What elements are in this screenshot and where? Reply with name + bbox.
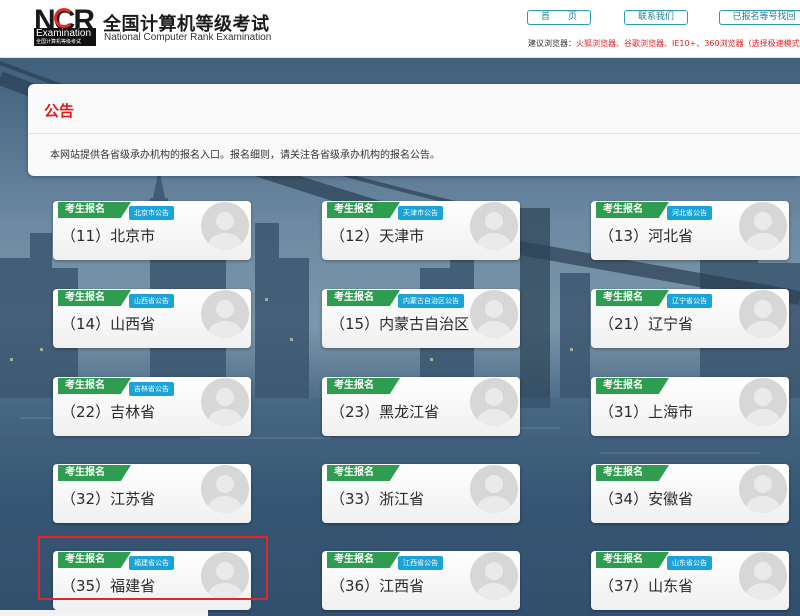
province-card-jiangxi[interactable]: 考生报名 江西省公告 （36）江西省	[322, 551, 520, 610]
contact-button[interactable]: 联系我们	[624, 10, 688, 25]
register-tag[interactable]: 考生报名	[327, 202, 400, 218]
avatar-icon	[739, 465, 787, 513]
bottom-strip	[0, 610, 208, 616]
register-tag[interactable]: 考生报名	[596, 378, 669, 394]
browser-recommendation: 建议浏览器：火狐浏览器、谷歌浏览器、IE10+、360浏览器（选择极速模式）	[528, 38, 800, 49]
avatar-icon	[201, 378, 249, 426]
province-name: （21）辽宁省	[599, 315, 694, 333]
register-tag[interactable]: 考生报名	[58, 465, 131, 481]
province-name: （33）浙江省	[330, 490, 425, 508]
announcement-badge[interactable]: 辽宁省公告	[667, 294, 712, 308]
province-name: （37）山东省	[599, 577, 694, 595]
register-tag[interactable]: 考生报名	[327, 290, 400, 306]
announcement-badge[interactable]: 江西省公告	[398, 556, 443, 570]
province-card-hebei[interactable]: 考生报名 河北省公告 （13）河北省	[591, 201, 789, 260]
register-tag[interactable]: 考生报名	[596, 465, 669, 481]
province-card-tianjin[interactable]: 考生报名 天津市公告 （12）天津市	[322, 201, 520, 260]
browser-tip-label: 建议浏览器：	[528, 39, 576, 48]
registration-lookup-button[interactable]: 已报名等号找回	[719, 10, 800, 25]
logo-small-text: 全国计算机等级考试	[36, 39, 82, 45]
announcement-badge[interactable]: 山东省公告	[667, 556, 712, 570]
province-name: （13）河北省	[599, 227, 694, 245]
province-card-neimenggu[interactable]: 考生报名 内蒙古自治区公告 （15）内蒙古自治区	[322, 289, 520, 348]
province-name: （23）黑龙江省	[330, 403, 440, 421]
province-card-beijing[interactable]: 考生报名 北京市公告 （11）北京市	[53, 201, 251, 260]
announcement-badge[interactable]: 河北省公告	[667, 206, 712, 220]
ncre-logo[interactable]: NCR Examination 全国计算机等级考试	[34, 6, 98, 46]
avatar-icon	[201, 465, 249, 513]
register-tag[interactable]: 考生报名	[58, 378, 131, 394]
site-subtitle: National Computer Rank Examination	[104, 32, 272, 43]
province-name: （11）北京市	[61, 227, 156, 245]
register-tag[interactable]: 考生报名	[327, 552, 400, 568]
province-card-liaoning[interactable]: 考生报名 辽宁省公告 （21）辽宁省	[591, 289, 789, 348]
avatar-icon	[739, 378, 787, 426]
announcement-badge[interactable]: 山西省公告	[129, 294, 174, 308]
province-name: （14）山西省	[61, 315, 156, 333]
logo-word: Examination	[36, 28, 92, 39]
province-name: （12）天津市	[330, 227, 425, 245]
selection-highlight-box	[38, 536, 268, 600]
province-name: （36）江西省	[330, 577, 425, 595]
avatar-icon	[739, 290, 787, 338]
announcement-badge[interactable]: 吉林省公告	[129, 382, 174, 396]
register-tag[interactable]: 考生报名	[327, 465, 400, 481]
avatar-icon	[201, 290, 249, 338]
register-tag[interactable]: 考生报名	[596, 290, 669, 306]
avatar-icon	[739, 552, 787, 600]
avatar-icon	[470, 378, 518, 426]
announcement-badge[interactable]: 北京市公告	[129, 206, 174, 220]
site-header: NCR Examination 全国计算机等级考试 全国计算机等级考试 Nati…	[0, 0, 800, 58]
register-tag[interactable]: 考生报名	[58, 290, 131, 306]
announcement-title: 公告	[44, 102, 75, 120]
province-card-zhejiang[interactable]: 考生报名 （33）浙江省	[322, 464, 520, 523]
province-name: （32）江苏省	[61, 490, 156, 508]
browser-tip-list: 火狐浏览器、谷歌浏览器、IE10+、360浏览器（选择极速模式）	[576, 39, 800, 48]
avatar-icon	[201, 202, 249, 250]
province-card-shandong[interactable]: 考生报名 山东省公告 （37）山东省	[591, 551, 789, 610]
avatar-icon	[470, 465, 518, 513]
province-card-shanxi[interactable]: 考生报名 山西省公告 （14）山西省	[53, 289, 251, 348]
avatar-icon	[470, 552, 518, 600]
avatar-icon	[470, 290, 518, 338]
home-button[interactable]: 首 页	[527, 10, 591, 25]
announcement-panel: 公告 本网站提供各省级承办机构的报名入口。报名细则，请关注各省级承办机构的报名公…	[28, 84, 800, 176]
province-card-jiangsu[interactable]: 考生报名 （32）江苏省	[53, 464, 251, 523]
province-card-anhui[interactable]: 考生报名 （34）安徽省	[591, 464, 789, 523]
logo-plate: Examination 全国计算机等级考试	[34, 28, 96, 46]
province-name: （22）吉林省	[61, 403, 156, 421]
province-card-shanghai[interactable]: 考生报名 （31）上海市	[591, 377, 789, 436]
province-name: （31）上海市	[599, 403, 694, 421]
province-card-heilongjiang[interactable]: 考生报名 （23）黑龙江省	[322, 377, 520, 436]
announcement-divider	[28, 133, 800, 134]
province-card-jilin[interactable]: 考生报名 吉林省公告 （22）吉林省	[53, 377, 251, 436]
register-tag[interactable]: 考生报名	[58, 202, 131, 218]
register-tag[interactable]: 考生报名	[596, 202, 669, 218]
announcement-badge[interactable]: 内蒙古自治区公告	[398, 294, 464, 308]
announcement-text: 本网站提供各省级承办机构的报名入口。报名细则，请关注各省级承办机构的报名公告。	[50, 150, 440, 161]
logo-ring	[54, 8, 74, 28]
avatar-icon	[470, 202, 518, 250]
province-name: （15）内蒙古自治区	[330, 315, 470, 333]
register-tag[interactable]: 考生报名	[327, 378, 400, 394]
announcement-badge[interactable]: 天津市公告	[398, 206, 443, 220]
register-tag[interactable]: 考生报名	[596, 552, 669, 568]
province-name: （34）安徽省	[599, 490, 694, 508]
avatar-icon	[739, 202, 787, 250]
